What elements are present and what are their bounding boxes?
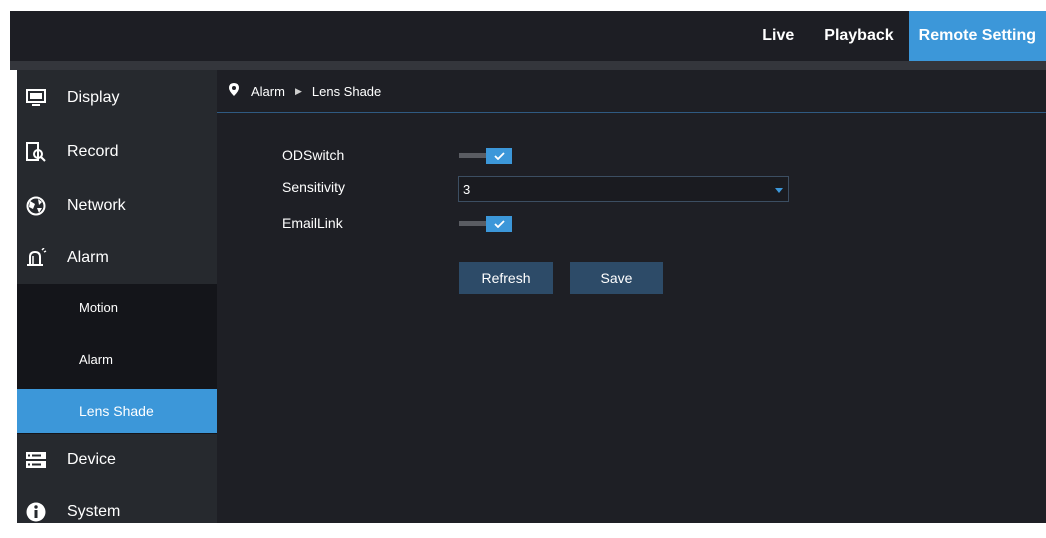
breadcrumb-current: Lens Shade bbox=[311, 83, 382, 99]
toggle-track bbox=[459, 221, 489, 226]
sidebar-item-display[interactable]: Display bbox=[17, 72, 217, 124]
breadcrumb-separator-icon: ▶ bbox=[294, 85, 302, 96]
sidebar-item-label: Alarm bbox=[67, 249, 109, 266]
sidebar-item-record[interactable]: Record bbox=[17, 126, 217, 178]
alarm-bell-icon bbox=[25, 247, 47, 269]
submenu-item-lens-shade[interactable]: Lens Shade bbox=[17, 389, 217, 433]
device-drives-icon bbox=[25, 449, 47, 471]
save-button[interactable]: Save bbox=[570, 262, 663, 294]
sidebar-item-network[interactable]: Network bbox=[17, 180, 217, 232]
submenu-item-motion[interactable]: Motion bbox=[17, 284, 217, 332]
odswitch-toggle[interactable] bbox=[459, 148, 515, 164]
sidebar-item-label: Device bbox=[67, 451, 116, 468]
network-globe-icon bbox=[25, 195, 47, 217]
chevron-down-icon bbox=[775, 188, 783, 193]
sensitivity-select[interactable]: 3 bbox=[458, 176, 789, 202]
tab-remote-setting[interactable]: Remote Setting bbox=[908, 11, 1046, 61]
alarm-submenu: Motion Alarm Lens Shade bbox=[17, 284, 217, 434]
main-content: Alarm ▶ Lens Shade ODSwitch Sensitivity … bbox=[217, 70, 1046, 523]
sensitivity-label: Sensitivity bbox=[282, 179, 346, 195]
check-icon bbox=[486, 216, 512, 232]
check-icon bbox=[486, 148, 512, 164]
tab-playback[interactable]: Playback bbox=[809, 11, 908, 61]
record-search-icon bbox=[25, 141, 47, 163]
sidebar-item-label: Network bbox=[67, 197, 126, 214]
submenu-item-alarm[interactable]: Alarm bbox=[17, 336, 217, 384]
top-bar: Live Playback Remote Setting bbox=[10, 11, 1046, 61]
emaillink-label: EmailLink bbox=[282, 215, 343, 231]
info-icon bbox=[25, 501, 47, 523]
breadcrumb-parent[interactable]: Alarm bbox=[251, 84, 285, 99]
sidebar: Display Record Network Alarm Motion Alar… bbox=[17, 70, 217, 523]
location-pin-icon bbox=[229, 83, 239, 99]
breadcrumb: Alarm ▶ Lens Shade bbox=[217, 70, 1046, 113]
sensitivity-value: 3 bbox=[463, 182, 471, 197]
sidebar-item-label: System bbox=[67, 503, 121, 520]
top-divider-strip bbox=[10, 61, 1046, 70]
tab-live[interactable]: Live bbox=[747, 11, 809, 61]
monitor-icon bbox=[25, 87, 47, 109]
odswitch-label: ODSwitch bbox=[282, 147, 345, 163]
toggle-track bbox=[459, 153, 489, 158]
sidebar-item-system[interactable]: System bbox=[17, 486, 217, 538]
sidebar-item-label: Record bbox=[67, 143, 119, 160]
sidebar-item-alarm[interactable]: Alarm bbox=[17, 232, 217, 284]
sidebar-item-label: Display bbox=[67, 89, 120, 106]
refresh-button[interactable]: Refresh bbox=[459, 262, 553, 294]
sidebar-item-device[interactable]: Device bbox=[17, 434, 217, 486]
emaillink-toggle[interactable] bbox=[459, 216, 515, 232]
top-nav: Live Playback Remote Setting bbox=[747, 11, 1046, 61]
